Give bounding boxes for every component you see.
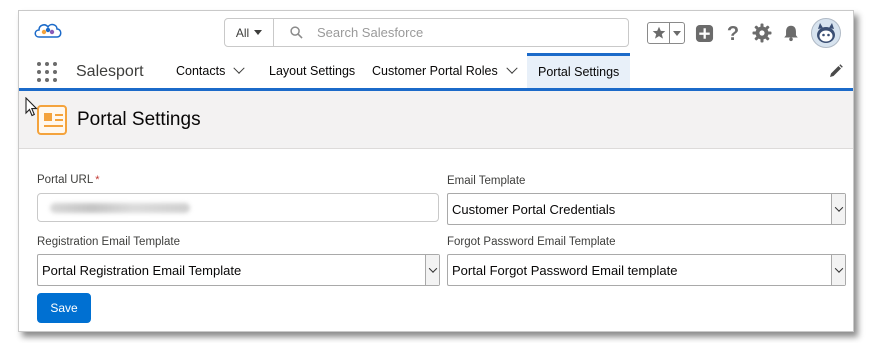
chevron-down-icon[interactable] bbox=[425, 255, 439, 285]
user-avatar[interactable] bbox=[811, 18, 841, 48]
star-icon[interactable] bbox=[648, 23, 670, 43]
help-icon[interactable]: ? bbox=[723, 23, 743, 43]
notifications-bell-icon[interactable] bbox=[781, 23, 801, 43]
forgot-password-email-template-label: Forgot Password Email Template bbox=[447, 236, 616, 248]
chevron-down-icon[interactable] bbox=[831, 194, 845, 224]
app-window: All ? bbox=[18, 10, 854, 332]
page-title: Portal Settings bbox=[77, 109, 201, 130]
tab-portal-settings[interactable]: Portal Settings bbox=[527, 53, 631, 88]
search-scope-dropdown[interactable]: All bbox=[225, 19, 274, 46]
portal-url-input[interactable] bbox=[37, 193, 439, 222]
portal-settings-record-icon bbox=[37, 105, 67, 135]
chevron-down-icon[interactable] bbox=[506, 62, 518, 74]
forgot-password-email-template-value: Portal Forgot Password Email template bbox=[452, 263, 678, 278]
required-marker: * bbox=[95, 174, 100, 186]
mouse-pointer-icon bbox=[25, 97, 38, 117]
app-launcher-icon[interactable] bbox=[37, 62, 57, 82]
registration-email-template-label: Registration Email Template bbox=[37, 236, 180, 248]
setup-gear-icon[interactable] bbox=[752, 23, 772, 43]
registration-email-template-select[interactable]: Portal Registration Email Template bbox=[37, 254, 440, 286]
app-navigation-bar: Salesport Contacts Layout Settings Custo… bbox=[19, 53, 853, 91]
tab-contacts[interactable]: Contacts bbox=[176, 53, 246, 88]
chevron-down-icon[interactable] bbox=[233, 62, 246, 74]
search-field bbox=[274, 19, 628, 46]
global-search: All bbox=[224, 18, 629, 47]
app-name: Salesport bbox=[76, 63, 144, 80]
page-header: Portal Settings bbox=[19, 91, 853, 149]
email-template-label: Email Template bbox=[447, 175, 526, 187]
email-template-value: Customer Portal Credentials bbox=[452, 202, 616, 217]
global-header: All ? bbox=[19, 11, 853, 53]
global-create-icon[interactable] bbox=[694, 23, 714, 43]
tab-label: Contacts bbox=[176, 63, 226, 78]
chevron-down-icon[interactable] bbox=[831, 255, 845, 285]
tab-label: Customer Portal Roles bbox=[372, 63, 498, 78]
email-template-select[interactable]: Customer Portal Credentials bbox=[447, 193, 846, 225]
forgot-password-email-template-select[interactable]: Portal Forgot Password Email template bbox=[447, 254, 846, 286]
org-logo-icon[interactable] bbox=[33, 21, 63, 43]
caret-down-icon bbox=[254, 30, 263, 35]
search-icon bbox=[290, 26, 303, 39]
favorites-button[interactable] bbox=[647, 22, 685, 44]
svg-text:?: ? bbox=[727, 23, 739, 43]
save-button[interactable]: Save bbox=[37, 293, 91, 323]
tab-layout-settings[interactable]: Layout Settings bbox=[269, 53, 355, 88]
tab-label: Layout Settings bbox=[269, 63, 356, 78]
header-utility-icons: ? bbox=[647, 18, 841, 48]
portal-url-label: Portal URL * bbox=[37, 174, 100, 186]
portal-url-label-text: Portal URL bbox=[37, 174, 94, 186]
favorites-dropdown-icon[interactable] bbox=[670, 30, 684, 36]
tab-customer-portal-roles[interactable]: Customer Portal Roles bbox=[372, 53, 518, 88]
search-input[interactable] bbox=[317, 25, 617, 40]
edit-nav-pencil-icon[interactable] bbox=[829, 64, 843, 78]
blurred-url-value bbox=[50, 203, 190, 213]
tab-label: Portal Settings bbox=[538, 65, 620, 79]
search-scope-label: All bbox=[235, 25, 250, 40]
registration-email-template-value: Portal Registration Email Template bbox=[42, 263, 242, 278]
